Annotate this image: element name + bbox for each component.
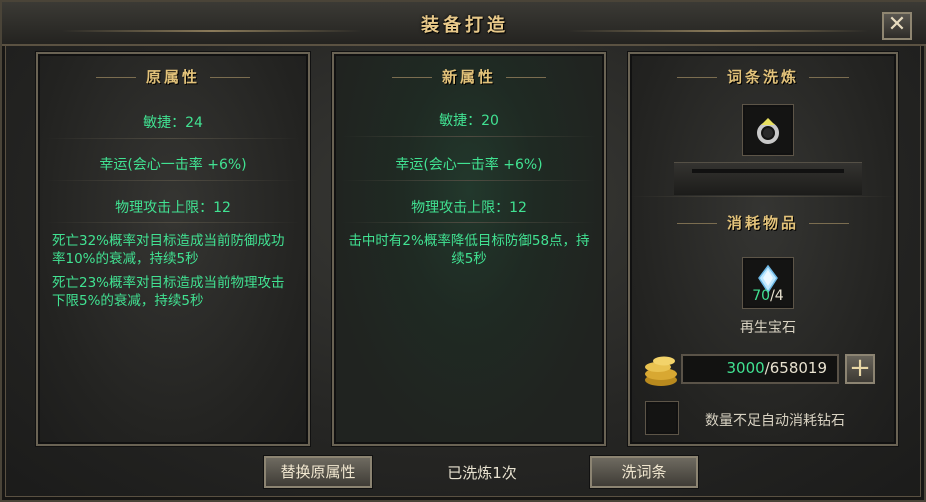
original-stat-agility: 敏捷：24	[143, 115, 203, 131]
new-attributes-header: 新属性	[334, 66, 604, 87]
material-count: 70/4	[745, 288, 791, 304]
refine-header: 词条洗炼	[630, 66, 896, 87]
gold-field: 3000/658019	[681, 354, 839, 384]
divider	[342, 136, 596, 137]
gold-coins-icon	[645, 356, 677, 386]
new-effect-1: 击中时有2%概率降低目标防御58点，持续5秒	[348, 233, 590, 267]
original-effect-2: 死亡23%概率对目标造成当前物理攻击下限5%的衰减，持续5秒	[52, 275, 285, 309]
divider	[630, 196, 896, 197]
wash-attributes-button[interactable]: 洗词条	[590, 456, 698, 488]
consume-header: 消耗物品	[630, 212, 896, 233]
original-effect-1: 死亡32%概率对目标造成当前防御成功率10%的衰减，持续5秒	[52, 233, 285, 267]
new-stat-luck: 幸运(会心一击率 +6%)	[395, 157, 543, 173]
divider	[46, 222, 300, 223]
divider	[46, 180, 300, 181]
new-stat-attack-max: 物理攻击上限：12	[411, 200, 527, 216]
gold-owned: 3000	[726, 359, 765, 377]
divider	[342, 222, 596, 223]
new-attributes-panel: 新属性 敏捷：20 幸运(会心一击率 +6%) 物理攻击上限：12 击中时有2%…	[332, 52, 606, 446]
window-title: 装备打造	[421, 15, 509, 36]
replace-attributes-button[interactable]: 替换原属性	[264, 456, 372, 488]
gold-total: /658019	[764, 359, 827, 377]
original-attributes-header: 原属性	[38, 66, 308, 87]
new-stat-agility: 敏捷：20	[439, 113, 499, 129]
ring-icon	[757, 118, 779, 144]
divider	[342, 180, 596, 181]
material-slot[interactable]: 70/4	[742, 257, 794, 309]
close-icon[interactable]: ✕	[882, 12, 912, 40]
original-stat-luck: 幸运(会心一击率 +6%)	[99, 157, 247, 173]
item-pedestal	[674, 162, 862, 195]
original-stat-attack-max: 物理攻击上限：12	[115, 200, 231, 216]
auto-consume-checkbox[interactable]	[645, 401, 679, 435]
equipment-slot[interactable]	[742, 104, 794, 156]
forge-window: 装备打造 ✕ 原属性 敏捷：24 幸运(会心一击率 +6%) 物理攻击上限：12…	[0, 0, 926, 502]
auto-consume-label: 数量不足自动消耗钻石	[705, 413, 845, 429]
original-attributes-panel: 原属性 敏捷：24 幸运(会心一击率 +6%) 物理攻击上限：12 死亡32%概…	[36, 52, 310, 446]
material-name: 再生宝石	[740, 320, 796, 336]
add-gold-button[interactable]: +	[845, 354, 875, 384]
title-bar: 装备打造	[2, 2, 926, 46]
refine-count-status: 已洗炼1次	[447, 464, 517, 482]
divider	[46, 138, 300, 139]
material-required: /4	[770, 288, 784, 304]
material-owned: 70	[752, 288, 771, 304]
